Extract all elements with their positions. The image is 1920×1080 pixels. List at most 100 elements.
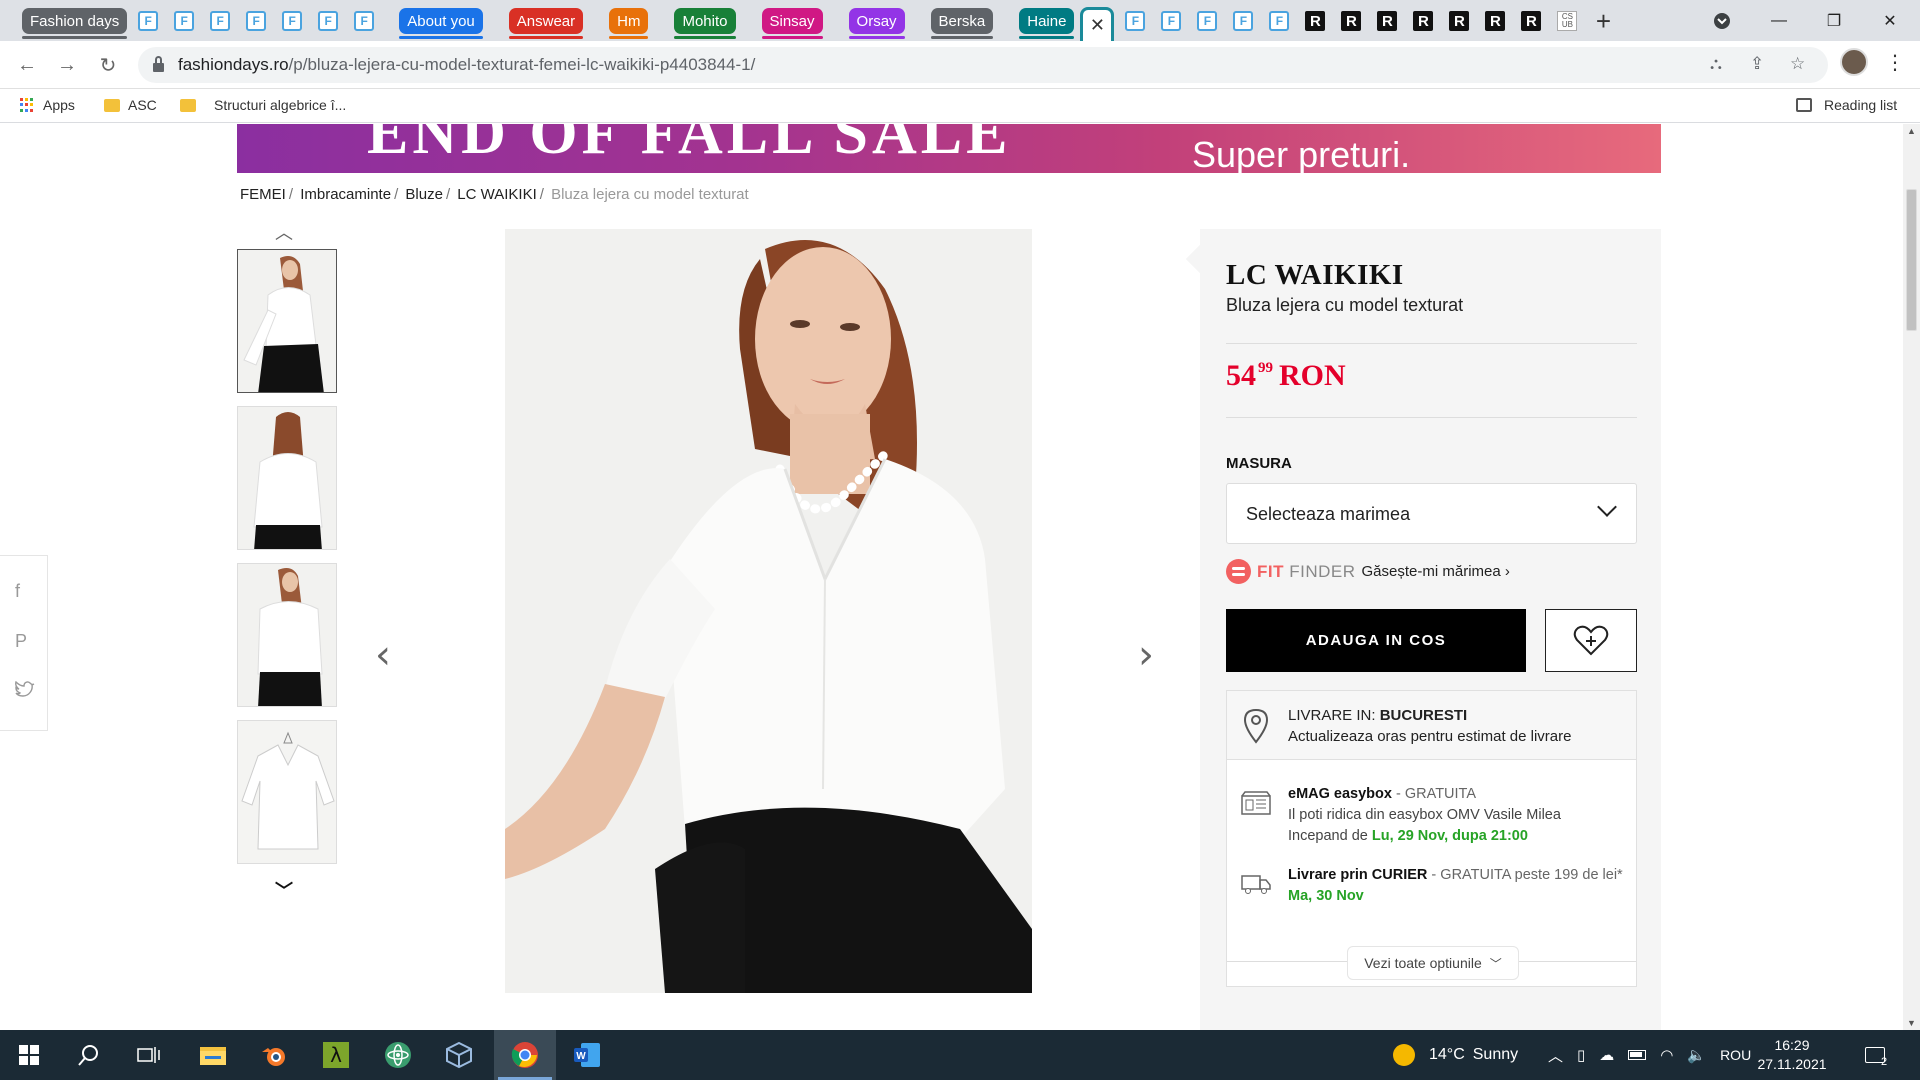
tab-group-hm[interactable]: Hm bbox=[609, 8, 649, 39]
restore-button[interactable]: ❐ bbox=[1806, 0, 1862, 41]
task-view-button[interactable] bbox=[120, 1030, 178, 1080]
search-button[interactable] bbox=[60, 1030, 118, 1080]
tab[interactable]: F bbox=[1228, 7, 1258, 35]
notifications-button[interactable]: 2 bbox=[1865, 1030, 1887, 1080]
menu-kebab-icon[interactable]: ⋮ bbox=[1885, 50, 1905, 75]
clock[interactable]: 16:29 27.11.2021 bbox=[1752, 1036, 1832, 1074]
minimize-button[interactable]: — bbox=[1751, 0, 1807, 41]
volume-icon[interactable]: 🔈 bbox=[1687, 1046, 1706, 1064]
bookmark-structuri[interactable]: Structuri algebrice î... bbox=[180, 97, 346, 113]
new-tab-button[interactable]: + bbox=[1588, 6, 1618, 37]
thumbnail-image[interactable] bbox=[237, 406, 337, 550]
fashiondays-favicon-icon: F bbox=[246, 11, 267, 31]
twitter-icon[interactable] bbox=[15, 680, 35, 704]
scrollbar-thumb[interactable] bbox=[1906, 189, 1917, 331]
bookmark-apps[interactable]: Apps bbox=[20, 97, 75, 113]
thumbnail-image[interactable] bbox=[237, 249, 337, 393]
tab-group-sinsay[interactable]: Sinsay bbox=[761, 8, 823, 39]
see-all-options-button[interactable]: Vezi toate optiunile ﹀ bbox=[1347, 946, 1519, 980]
scroll-up-icon[interactable]: ▲ bbox=[1907, 126, 1916, 136]
scroll-down-icon[interactable]: ▼ bbox=[1907, 1018, 1916, 1028]
forward-button[interactable]: → bbox=[53, 51, 81, 79]
active-tab[interactable]: ✕ bbox=[1080, 7, 1115, 41]
tab[interactable]: F bbox=[169, 7, 199, 35]
tab[interactable]: F bbox=[241, 7, 271, 35]
device-icon[interactable]: ▯ bbox=[1577, 1046, 1585, 1064]
thumbnail-image[interactable] bbox=[237, 563, 337, 707]
thumbnails-down-icon[interactable]: ﹀ bbox=[275, 877, 293, 903]
page-scrollbar[interactable]: ▲ ▼ bbox=[1903, 124, 1920, 1030]
lambda-app-button[interactable]: λ bbox=[307, 1030, 365, 1080]
product-brand[interactable]: LC WAIKIKI bbox=[1226, 259, 1404, 292]
product-main-image[interactable] bbox=[505, 229, 1032, 993]
fit-finder-link[interactable]: FIT FINDER Găsește-mi mărimea › bbox=[1226, 559, 1510, 584]
breadcrumb-link[interactable]: FEMEI bbox=[240, 186, 286, 203]
tab[interactable]: F bbox=[1120, 7, 1150, 35]
wifi-icon[interactable]: ◠ bbox=[1660, 1046, 1673, 1064]
tab-group-orsay[interactable]: Orsay bbox=[848, 8, 905, 39]
close-window-button[interactable]: ✕ bbox=[1862, 0, 1918, 41]
tab[interactable]: F bbox=[313, 7, 343, 35]
reading-list-button[interactable]: Reading list bbox=[1796, 97, 1897, 113]
tab[interactable]: F bbox=[1156, 7, 1186, 35]
tab[interactable]: R bbox=[1300, 7, 1330, 35]
sale-banner[interactable]: END OF FALL SALE Super preturi. bbox=[237, 124, 1661, 173]
thumbnail-image[interactable] bbox=[237, 720, 337, 864]
tab[interactable]: CS UB bbox=[1552, 7, 1582, 35]
tab-group-mohito[interactable]: Mohito bbox=[674, 8, 736, 39]
tray-expand-icon[interactable]: ︿ bbox=[1548, 1045, 1563, 1066]
tab-group-berska[interactable]: Berska bbox=[930, 8, 994, 39]
blender-button[interactable] bbox=[245, 1030, 303, 1080]
tab[interactable]: F bbox=[349, 7, 379, 35]
profile-avatar[interactable] bbox=[1840, 48, 1868, 76]
virtualbox-button[interactable] bbox=[430, 1030, 488, 1080]
breadcrumb-link[interactable]: Imbracaminte bbox=[300, 186, 391, 203]
bookmark-star-icon[interactable]: ☆ bbox=[1790, 54, 1805, 74]
wishlist-button[interactable] bbox=[1545, 609, 1637, 672]
tab-group-fashion-days[interactable]: Fashion days bbox=[22, 8, 128, 39]
thumbnails-up-icon[interactable]: ︿ bbox=[275, 219, 293, 245]
tab-search-button[interactable] bbox=[1694, 0, 1750, 41]
pinterest-icon[interactable]: P bbox=[15, 631, 27, 652]
battery-icon[interactable] bbox=[1628, 1050, 1647, 1060]
onedrive-cloud-icon[interactable]: ☁ bbox=[1599, 1046, 1614, 1064]
breadcrumb-link[interactable]: Bluze bbox=[405, 186, 443, 203]
add-to-cart-button[interactable]: ADAUGA IN COS bbox=[1226, 609, 1526, 672]
tab-group-answear[interactable]: Answear bbox=[508, 8, 584, 39]
chrome-button[interactable] bbox=[494, 1030, 556, 1080]
tab[interactable]: F bbox=[1264, 7, 1294, 35]
tab[interactable]: R bbox=[1480, 7, 1510, 35]
tab[interactable]: R bbox=[1516, 7, 1546, 35]
tab[interactable]: F bbox=[277, 7, 307, 35]
facebook-icon[interactable]: f bbox=[15, 581, 20, 602]
language-indicator[interactable]: ROU bbox=[1720, 1047, 1751, 1063]
tab[interactable]: F bbox=[205, 7, 235, 35]
next-image-arrow-icon[interactable]: › bbox=[1138, 632, 1154, 678]
bookmark-asc[interactable]: ASC bbox=[104, 97, 157, 113]
word-button[interactable]: W bbox=[556, 1030, 618, 1080]
tab-group-haine[interactable]: Haine bbox=[1019, 8, 1075, 39]
tab[interactable]: R bbox=[1336, 7, 1366, 35]
translate-icon[interactable]: ⛬ bbox=[1710, 54, 1722, 74]
tab[interactable]: R bbox=[1372, 7, 1402, 35]
tab[interactable]: R bbox=[1408, 7, 1438, 35]
tab[interactable]: F bbox=[1192, 7, 1222, 35]
delivery-update-link[interactable]: Actualizeaza oras pentru estimat de livr… bbox=[1288, 728, 1571, 745]
delivery-city-section[interactable]: LIVRARE IN: BUCURESTI Actualizeaza oras … bbox=[1227, 691, 1636, 760]
prev-image-arrow-icon[interactable]: ‹ bbox=[375, 632, 391, 678]
tab[interactable]: R bbox=[1444, 7, 1474, 35]
tab-group-about-you[interactable]: About you bbox=[399, 8, 483, 39]
back-button[interactable]: ← bbox=[13, 51, 41, 79]
share-icon[interactable]: ⇪ bbox=[1750, 54, 1764, 74]
address-bar[interactable]: fashiondays.ro/p/bluza-lejera-cu-model-t… bbox=[138, 47, 1828, 83]
close-tab-icon[interactable]: ✕ bbox=[1090, 15, 1105, 36]
breadcrumb-link[interactable]: LC WAIKIKI bbox=[457, 186, 536, 203]
weather-widget[interactable]: 14°C Sunny bbox=[1393, 1030, 1518, 1080]
start-button[interactable] bbox=[0, 1030, 58, 1080]
size-dropdown[interactable]: Selecteaza marimea bbox=[1226, 483, 1637, 544]
atom-app-button[interactable] bbox=[369, 1030, 427, 1080]
reload-button[interactable]: ↻ bbox=[94, 51, 122, 79]
url-text[interactable]: fashiondays.ro/p/bluza-lejera-cu-model-t… bbox=[178, 55, 755, 75]
file-explorer-button[interactable] bbox=[184, 1030, 242, 1080]
tab[interactable]: F bbox=[133, 7, 163, 35]
